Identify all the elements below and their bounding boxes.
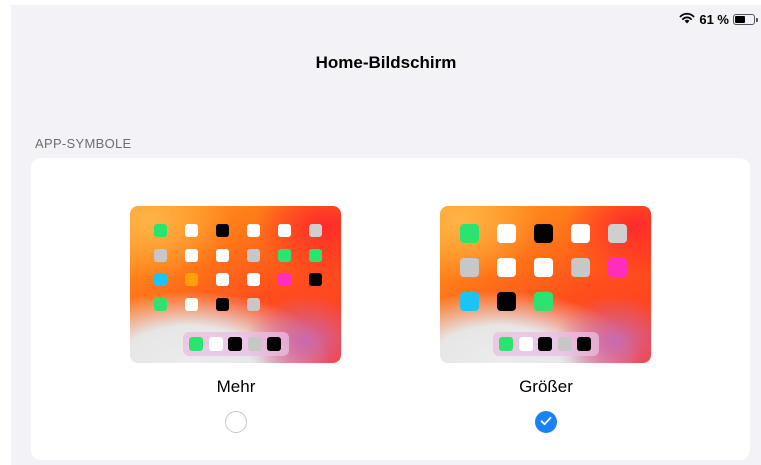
app-icon [460,224,479,243]
option-more[interactable]: Mehr [130,206,342,433]
battery-fill [735,16,745,23]
app-icon [216,248,229,262]
dock [493,332,599,356]
app-icon [247,248,260,262]
app-icon [278,224,291,237]
dock-icon [189,337,203,351]
app-icon [497,258,516,277]
app-icon [534,292,553,311]
option-larger-label: Größer [519,377,573,396]
app-icon [497,292,516,311]
app-icon [216,297,229,311]
settings-screen: 61 % Home-Bildschirm APP-SYMBOLE Mehr Gr… [11,5,761,465]
app-icon [216,273,229,286]
app-icon [247,273,260,286]
app-icon [497,224,516,243]
wifi-icon [679,12,695,27]
app-icon [534,224,553,243]
app-icon [185,248,198,262]
battery-percentage: 61 % [699,12,729,27]
app-icon [608,224,627,243]
app-icon [247,224,260,237]
app-icon [460,292,479,311]
app-icon-size-card: Mehr Größer [31,158,750,460]
app-icon [154,224,167,237]
checkmark-icon [540,413,552,431]
app-icon [534,258,553,277]
app-icon [309,224,322,237]
larger-layout-preview[interactable] [440,206,651,363]
battery-icon [733,14,758,25]
app-icon [154,273,167,286]
app-icon [247,297,260,311]
app-icon [309,273,322,286]
section-header: APP-SYMBOLE [35,136,132,151]
app-icon [154,297,167,311]
app-icon [571,258,590,277]
dock-icon [208,337,223,351]
app-icon [309,248,322,262]
page-title: Home-Bildschirm [315,53,457,72]
option-more-label: Mehr [216,377,256,396]
app-icon [154,248,167,262]
dock-icon [577,337,591,351]
dock-icon [247,337,262,351]
dock-icon [538,337,552,351]
dock-icon [499,337,513,351]
dock-icon [518,337,533,351]
app-icon [278,273,291,286]
more-layout-preview[interactable] [130,206,341,363]
app-icon [460,258,479,277]
app-icon [185,297,198,311]
dock-icon [228,337,242,351]
battery-cap [756,18,758,22]
dock-icon [557,337,572,351]
app-icon [216,224,229,237]
status-bar: 61 % [679,12,758,27]
app-icon [278,248,291,262]
option-larger-radio[interactable] [535,411,557,433]
app-icon [608,258,627,277]
app-icon [185,273,198,286]
option-larger[interactable]: Größer [440,206,652,433]
option-more-radio[interactable] [225,411,247,433]
app-icon [571,224,590,243]
app-icon [185,224,198,237]
dock [183,332,289,356]
dock-icon [267,337,281,351]
